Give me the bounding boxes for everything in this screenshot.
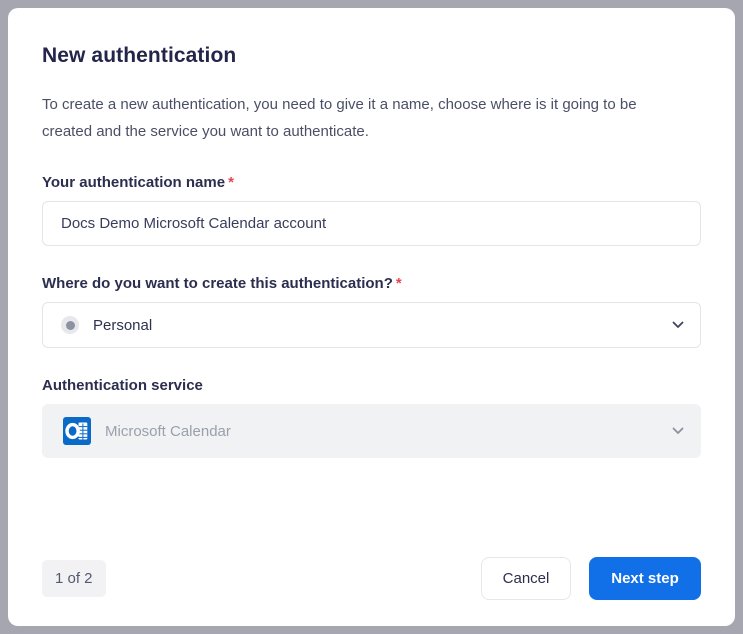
new-authentication-modal: New authentication To create a new authe…: [8, 8, 735, 626]
personal-dot-icon: [61, 316, 79, 334]
microsoft-calendar-icon: [63, 417, 91, 445]
modal-description: To create a new authentication, you need…: [42, 96, 637, 140]
cancel-button[interactable]: Cancel: [481, 557, 571, 600]
chevron-down-icon: [672, 427, 684, 435]
chevron-down-icon: [672, 321, 684, 329]
modal-footer: 1 of 2 Cancel Next step: [42, 557, 701, 600]
auth-name-input[interactable]: [42, 201, 701, 246]
auth-location-label: Where do you want to create this authent…: [42, 275, 701, 292]
required-asterisk: *: [228, 174, 234, 191]
auth-location-label-text: Where do you want to create this authent…: [42, 275, 393, 292]
auth-service-select: Microsoft Calendar: [42, 404, 701, 458]
next-step-button[interactable]: Next step: [589, 557, 701, 600]
modal-title: New authentication: [42, 44, 237, 67]
auth-location-select[interactable]: Personal: [42, 302, 701, 348]
auth-location-selected-value: Personal: [93, 316, 153, 334]
auth-service-selected-value: Microsoft Calendar: [105, 422, 231, 440]
required-asterisk: *: [395, 275, 402, 292]
auth-service-label: Authentication service: [42, 377, 701, 394]
auth-service-label-text: Authentication service: [42, 377, 203, 394]
auth-name-label: Your authentication name *: [42, 174, 701, 191]
auth-name-label-text: Your authentication name: [42, 174, 226, 191]
step-indicator-badge: 1 of 2: [42, 560, 106, 597]
